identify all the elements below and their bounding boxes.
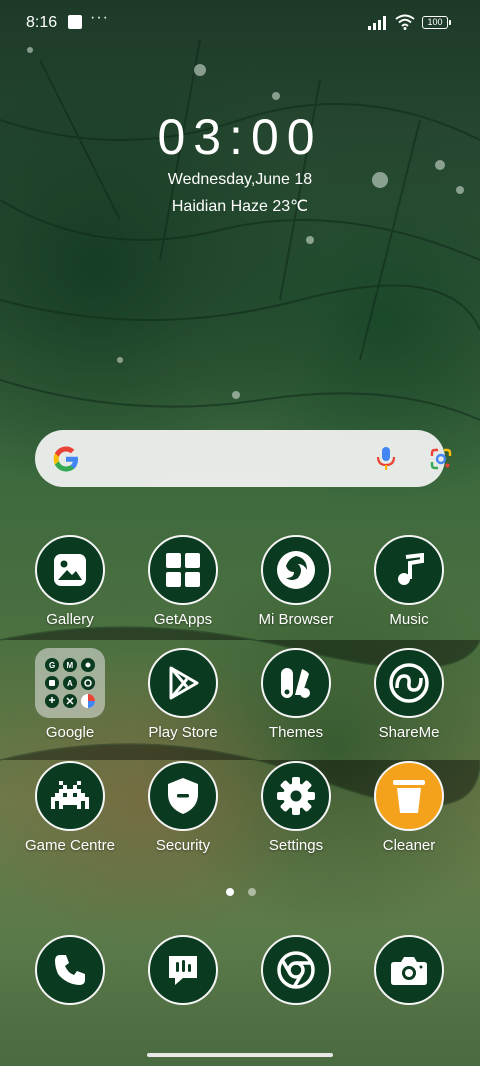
svg-text:G: G	[49, 661, 55, 670]
app-label: Gallery	[46, 611, 94, 628]
battery-nub	[449, 20, 451, 25]
google-g-icon	[53, 446, 78, 472]
browser-icon	[261, 535, 331, 605]
shareme-icon	[374, 648, 444, 718]
app-label: Play Store	[148, 724, 218, 741]
app-game-centre[interactable]: Game Centre	[15, 761, 125, 854]
app-cleaner[interactable]: Cleaner	[354, 761, 464, 854]
app-play-store[interactable]: Play Store	[128, 648, 238, 741]
app-security[interactable]: Security	[128, 761, 238, 854]
signal-icon	[368, 16, 386, 30]
google-lens-icon[interactable]	[429, 447, 453, 471]
app-label: GetApps	[153, 611, 213, 628]
chrome-icon	[261, 935, 331, 1005]
game-invader-icon	[35, 761, 105, 831]
status-time: 8:16	[26, 14, 58, 31]
gear-icon	[261, 761, 331, 831]
app-label: Music	[389, 611, 429, 628]
app-label: Game Centre	[24, 837, 116, 854]
music-note-icon	[374, 535, 444, 605]
messages-icon	[148, 935, 218, 1005]
app-label: Security	[155, 837, 211, 854]
app-mi-browser[interactable]: Mi Browser	[241, 535, 351, 628]
app-themes[interactable]: Themes	[241, 648, 351, 741]
page-dot[interactable]	[248, 888, 256, 896]
app-label: ShareMe	[378, 724, 440, 741]
app-label: Mi Browser	[258, 611, 334, 628]
folder-icon: G MA	[35, 648, 105, 718]
svg-text:A: A	[67, 679, 73, 688]
notification-icon	[68, 15, 82, 29]
dock-camera[interactable]	[354, 935, 464, 1005]
app-gallery[interactable]: Gallery	[15, 535, 125, 628]
status-bar: 8:16 ··· 100	[0, 0, 480, 46]
dock-chrome[interactable]	[241, 935, 351, 1005]
weather-text[interactable]: Haidian Haze 23℃	[0, 196, 480, 216]
gesture-nav-bar[interactable]	[147, 1053, 333, 1057]
phone-icon	[35, 935, 105, 1005]
app-google-folder[interactable]: G MA Google	[15, 648, 125, 741]
app-label: Google	[45, 724, 95, 741]
wifi-icon	[395, 14, 415, 30]
camera-icon	[374, 935, 444, 1005]
trash-icon	[374, 761, 444, 831]
dock-phone[interactable]	[15, 935, 125, 1005]
dock-messages[interactable]	[128, 935, 238, 1005]
play-store-icon	[148, 648, 218, 718]
clock-widget-date: Wednesday,June 18	[167, 171, 313, 188]
app-shareme[interactable]: ShareMe	[354, 648, 464, 741]
mic-icon[interactable]	[375, 446, 397, 472]
getapps-icon	[148, 535, 218, 605]
page-indicator	[226, 883, 270, 901]
app-label: Themes	[268, 724, 324, 741]
app-settings[interactable]: Settings	[241, 761, 351, 854]
clock-widget-time[interactable]: 03:00	[0, 108, 480, 166]
app-getapps[interactable]: GetApps	[128, 535, 238, 628]
app-label: Cleaner	[382, 837, 436, 854]
page-dot-active[interactable]	[226, 888, 234, 896]
themes-icon	[261, 648, 331, 718]
battery-icon: 100	[422, 16, 448, 29]
svg-text:M: M	[67, 661, 74, 670]
app-label: Settings	[268, 837, 324, 854]
shield-icon	[148, 761, 218, 831]
gallery-icon	[35, 535, 105, 605]
app-music[interactable]: Music	[354, 535, 464, 628]
more-notifications-icon: ···	[90, 9, 109, 26]
google-search-bar[interactable]	[35, 430, 452, 487]
